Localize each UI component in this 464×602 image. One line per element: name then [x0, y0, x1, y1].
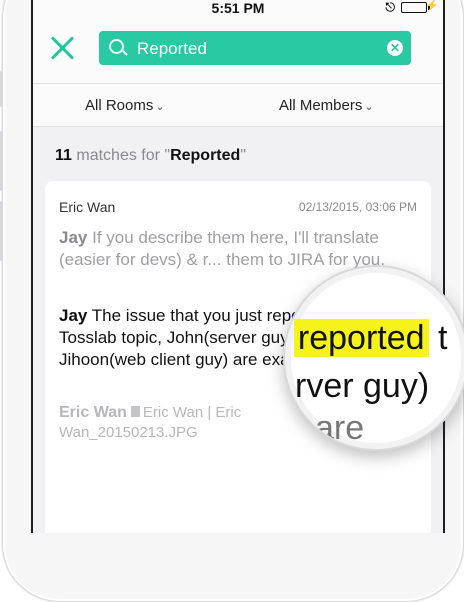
results-summary: 11 matches for "Reported" [55, 147, 246, 165]
rotation-lock-icon: ⎋ [385, 0, 396, 14]
matched-message-author: Jay [59, 306, 88, 325]
result-date: 02/13/2015, 03:06 PM [298, 200, 417, 214]
chevron-down-icon: ⌄ [155, 101, 165, 113]
charging-icon: ⚡ [425, 0, 439, 12]
chevron-down-icon: ⌄ [364, 101, 374, 113]
file-icon [130, 406, 140, 417]
rooms-filter-dropdown[interactable]: All Rooms ⌄ [85, 97, 165, 114]
status-time: 5:51 PM [211, 0, 265, 16]
result-sender: Eric Wan [59, 199, 116, 215]
file-sender: Eric Wan [59, 404, 127, 421]
magnified-pre: t [285, 319, 294, 357]
results-text-mid: matches for " [71, 147, 171, 164]
search-field[interactable]: ✕ [99, 31, 411, 67]
context-message: Jay If you describe them here, I'll tran… [59, 227, 419, 271]
magnified-line-1: t reported t [285, 319, 448, 358]
search-header: ✕ [33, 21, 443, 84]
volume-up-button [0, 131, 2, 191]
filter-bar: All Rooms ⌄ All Members ⌄ [33, 84, 443, 127]
magnified-post: t [428, 319, 448, 357]
volume-down-button [0, 201, 2, 261]
magnified-line-3: are [315, 409, 365, 447]
search-input[interactable] [135, 31, 379, 67]
members-filter-dropdown[interactable]: All Members ⌄ [279, 97, 374, 114]
close-icon[interactable] [47, 33, 77, 63]
file-attachment[interactable]: Eric Wan Eric Wan | Eric Wan_20150213.JPG [59, 403, 319, 443]
rooms-filter-label: All Rooms [85, 97, 154, 114]
results-text-end: " [240, 147, 246, 164]
magnified-line-2: rver guy) [295, 367, 430, 405]
context-message-author: Jay [59, 228, 88, 247]
members-filter-label: All Members [279, 97, 363, 114]
clear-search-icon[interactable]: ✕ [387, 40, 403, 56]
search-icon [109, 39, 124, 54]
mute-switch [0, 71, 2, 107]
battery-icon [401, 2, 430, 13]
context-message-text: If you describe them here, I'll translat… [59, 228, 385, 269]
results-count: 11 [55, 147, 72, 164]
magnifier-lens: t reported t rver guy) are [283, 265, 464, 451]
highlighted-match: reported [293, 319, 429, 357]
status-bar: 5:51 PM ⎋ ⚡ [33, 0, 443, 21]
results-query: Reported [170, 147, 241, 164]
